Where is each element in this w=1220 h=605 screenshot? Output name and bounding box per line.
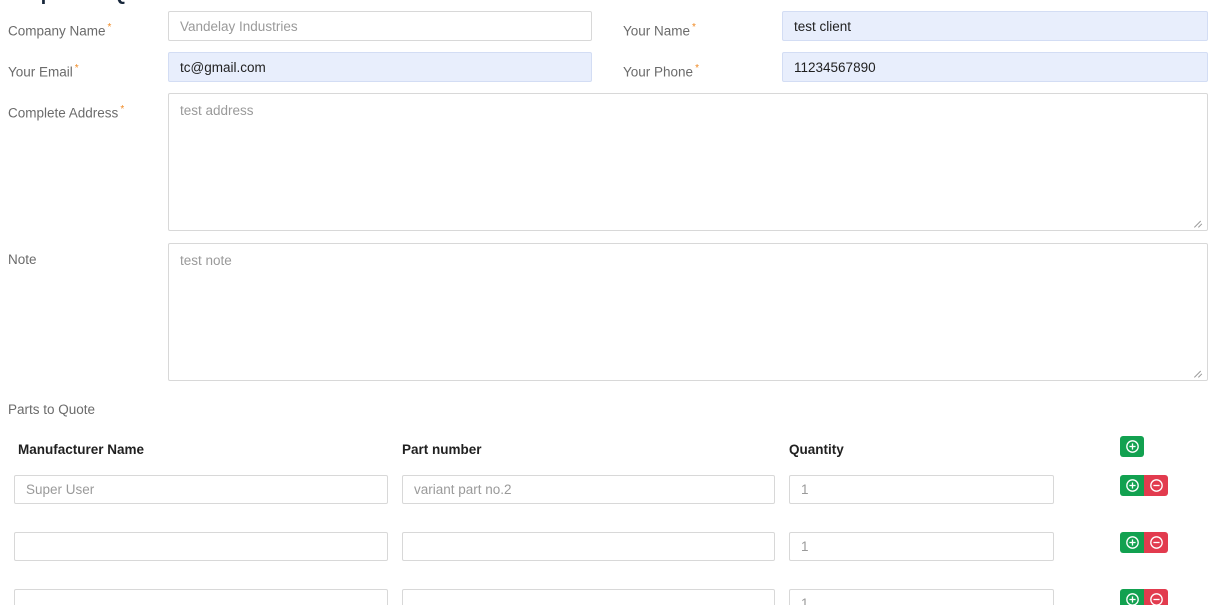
required-asterisk: * <box>120 104 125 115</box>
your-email-label-text: Your Email <box>8 64 73 80</box>
parts-to-quote-label: Parts to Quote <box>8 402 96 417</box>
quote-request-form: Request a Quote Company Name* Your Name*… <box>0 0 1220 605</box>
your-phone-label-text: Your Phone <box>623 64 694 80</box>
your-phone-input[interactable] <box>782 52 1208 82</box>
note-textarea[interactable] <box>168 243 1208 381</box>
note-label: Note <box>8 252 37 268</box>
circle-plus-icon <box>1125 479 1139 492</box>
add-row-button[interactable] <box>1120 436 1144 457</box>
part-row-manufacturer-input[interactable] <box>14 475 388 504</box>
company-name-label: Company Name * <box>8 20 111 40</box>
part-row-manufacturer-input[interactable] <box>14 532 388 561</box>
part-row-quantity-input[interactable] <box>789 532 1054 561</box>
company-name-input[interactable] <box>168 11 592 41</box>
note-label-text: Note <box>8 252 37 267</box>
circle-plus-icon <box>1125 440 1139 453</box>
column-header-quantity: Quantity <box>789 442 844 457</box>
page-title: Request a Quote <box>8 0 170 6</box>
complete-address-label-text: Complete Address <box>8 105 119 121</box>
column-header-part-number: Part number <box>402 442 482 457</box>
company-name-label-text: Company Name <box>8 23 106 39</box>
add-row-button-group[interactable] <box>1120 436 1144 457</box>
your-name-label-text: Your Name <box>623 23 691 39</box>
part-row-quantity-input[interactable] <box>789 589 1054 605</box>
part-row-part-number-input[interactable] <box>402 589 775 605</box>
part-row-remove-button[interactable] <box>1144 475 1168 496</box>
part-row-action-buttons[interactable] <box>1120 532 1168 553</box>
required-asterisk: * <box>74 63 79 74</box>
part-row-part-number-input[interactable] <box>402 475 775 504</box>
your-name-input[interactable] <box>782 11 1208 41</box>
your-name-label: Your Name * <box>623 20 696 40</box>
circle-plus-icon <box>1125 593 1139 605</box>
your-phone-label: Your Phone * <box>623 61 699 81</box>
complete-address-textarea[interactable] <box>168 93 1208 231</box>
required-asterisk: * <box>107 22 112 33</box>
required-asterisk: * <box>695 63 699 74</box>
circle-minus-icon <box>1149 593 1163 605</box>
circle-plus-icon <box>1125 536 1139 549</box>
column-header-manufacturer-name: Manufacturer Name <box>18 442 145 457</box>
your-email-label: Your Email * <box>8 61 79 81</box>
part-row-manufacturer-input[interactable] <box>14 589 388 605</box>
part-row-add-button[interactable] <box>1120 589 1144 605</box>
your-email-input[interactable] <box>168 52 592 82</box>
required-asterisk: * <box>692 22 696 33</box>
part-row-quantity-input[interactable] <box>789 475 1054 504</box>
part-row-part-number-input[interactable] <box>402 532 775 561</box>
part-row-remove-button[interactable] <box>1144 589 1168 605</box>
part-row-add-button[interactable] <box>1120 475 1144 496</box>
part-row-action-buttons[interactable] <box>1120 475 1168 496</box>
circle-minus-icon <box>1149 536 1163 549</box>
circle-minus-icon <box>1149 479 1163 492</box>
complete-address-label: Complete Address * <box>8 102 124 122</box>
part-row-remove-button[interactable] <box>1144 532 1168 553</box>
part-row-action-buttons[interactable] <box>1120 589 1168 605</box>
part-row-add-button[interactable] <box>1120 532 1144 553</box>
